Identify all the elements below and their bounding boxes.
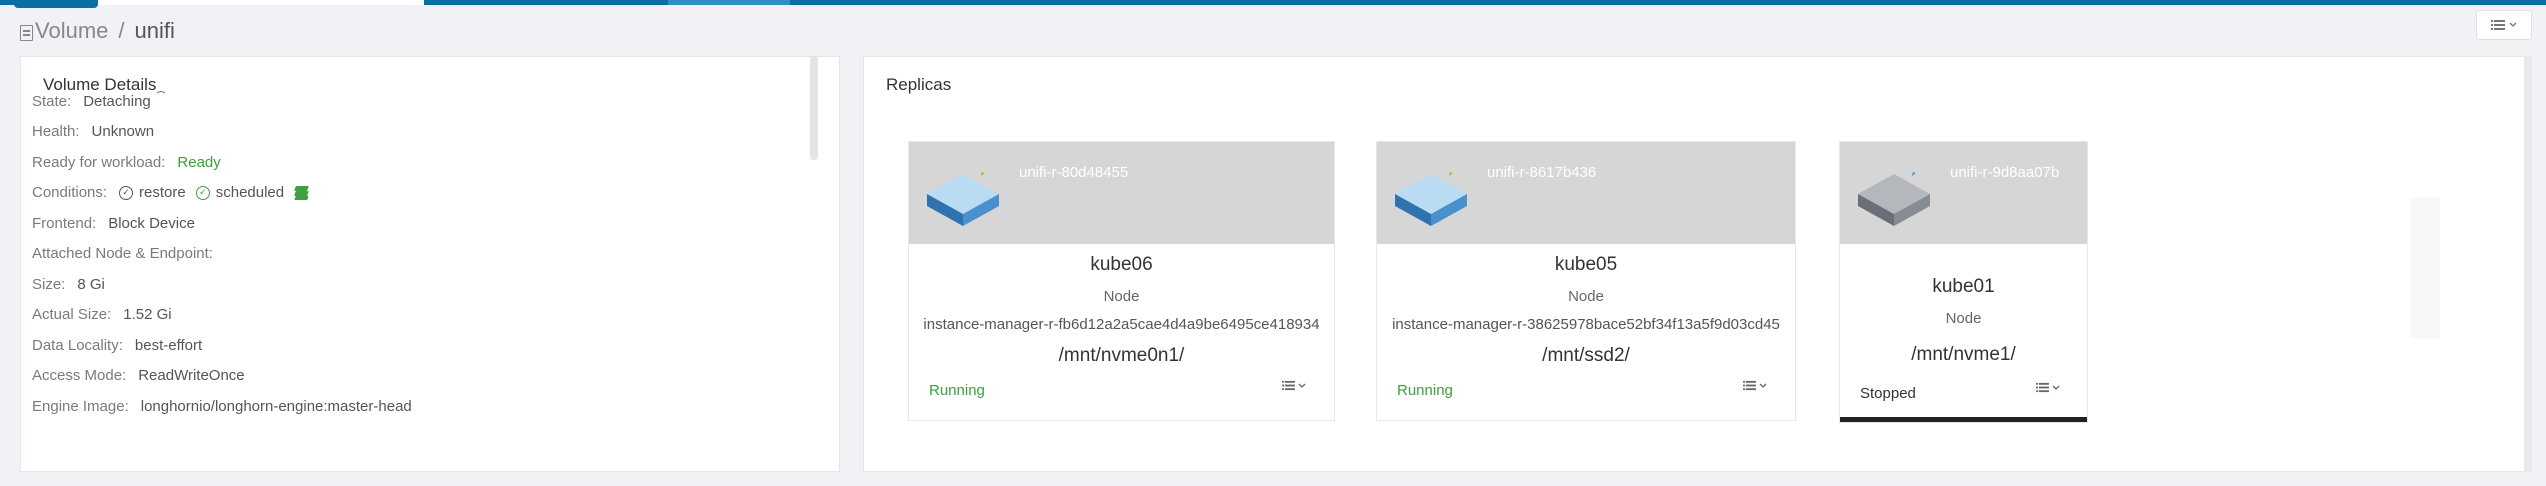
health-value: Unknown (91, 123, 155, 141)
conditions-label: Conditions: (32, 184, 108, 202)
replica-actions-menu[interactable] (1743, 380, 1767, 391)
attached-label: Attached Node & Endpoint: (32, 245, 213, 263)
replica-status: Running (1397, 382, 1453, 399)
list-menu-icon (2491, 20, 2505, 30)
size-value: 8 Gi (77, 275, 105, 293)
engine-image-label: Engine Image: (32, 397, 129, 415)
nav-tab[interactable] (98, 0, 424, 5)
replica-name[interactable]: unifi-r-8617b436 (1487, 164, 1596, 181)
replica-actions-menu[interactable] (2036, 382, 2060, 393)
frontend-label: Frontend: (32, 214, 97, 232)
volume-details-list: State: Detaching Health: Unknown Ready f… (32, 86, 412, 422)
top-nav-bar (0, 0, 2546, 8)
engine-image-value: longhornio/longhorn-engine:master-head (140, 397, 412, 415)
disk-icon (1395, 172, 1467, 226)
actual-size-label: Actual Size: (32, 306, 112, 324)
data-locality-value: best-effort (134, 336, 203, 354)
chevron-down-icon (2509, 22, 2517, 27)
detail-health: Health: Unknown (32, 117, 412, 148)
breadcrumb: Volume / unifi (20, 16, 175, 46)
replica-node-label: Node (1103, 288, 1140, 305)
replica-disk-path: /mnt/ssd2/ (1542, 345, 1630, 366)
page-scrollbar[interactable] (2524, 56, 2532, 472)
condition-restore: ✓ restore (119, 184, 186, 201)
ready-value: Ready (177, 153, 221, 171)
details-scrollbar[interactable] (810, 56, 818, 160)
data-locality-label: Data Locality: (32, 336, 123, 354)
replica-card[interactable]: unifi-r-80d48455 kube06 Node instance-ma… (908, 141, 1335, 421)
document-icon (20, 25, 33, 41)
detail-conditions: Conditions: ✓ restore ✓ scheduled (32, 178, 412, 209)
breadcrumb-separator: / (118, 18, 125, 43)
chevron-down-icon (2052, 385, 2060, 390)
list-menu-icon (2036, 382, 2049, 393)
size-label: Size: (32, 275, 66, 293)
replica-stopped-bar (1840, 417, 2087, 422)
nav-tab-highlight[interactable] (668, 0, 790, 5)
detail-size: Size: 8 Gi (32, 269, 412, 300)
condition-scheduled-text: scheduled (215, 184, 285, 202)
replicas-title: Replicas (886, 75, 952, 94)
access-mode-value: ReadWriteOnce (138, 367, 245, 385)
replica-node-name: kube05 (1554, 254, 1618, 275)
replica-name[interactable]: unifi-r-80d48455 (1019, 164, 1128, 181)
frontend-value: Block Device (108, 214, 195, 232)
detail-ready: Ready for workload: Ready (32, 147, 412, 178)
replica-node-label: Node (1945, 310, 1982, 327)
condition-scheduled: ✓ scheduled (195, 184, 285, 202)
breadcrumb-current: unifi (134, 18, 175, 43)
replica-status: Stopped (1860, 385, 1916, 402)
actual-size-value: 1.52 Gi (123, 306, 172, 324)
replica-disk-path: /mnt/nvme0n1/ (1058, 345, 1185, 366)
chevron-down-icon (1298, 383, 1306, 388)
disk-icon (927, 172, 999, 226)
condition-restore-text: restore (139, 184, 186, 202)
replica-node-label: Node (1568, 288, 1604, 305)
detail-actual-size: Actual Size: 1.52 Gi (32, 300, 412, 331)
replica-card[interactable]: unifi-r-8617b436 kube05 Node instance-ma… (1376, 141, 1796, 421)
list-menu-icon (1743, 380, 1756, 391)
state-value: Detaching (83, 92, 151, 110)
detail-frontend: Frontend: Block Device (32, 208, 412, 239)
health-label: Health: (32, 123, 80, 141)
replica-name[interactable]: unifi-r-9d8aa07b (1950, 164, 2059, 181)
replica-instance-manager: instance-manager-r-38625978bace52bf34f13… (1392, 316, 1780, 333)
detail-state: State: Detaching (32, 86, 412, 117)
state-label: State: (32, 92, 72, 110)
overflow-fade (2410, 198, 2440, 338)
nav-tab-active[interactable] (14, 0, 98, 8)
list-menu-icon (1282, 380, 1295, 391)
ready-label: Ready for workload: (32, 153, 166, 171)
spinner-icon (154, 91, 167, 103)
replica-instance-manager: instance-manager-r-fb6d12a2a5cae4d4a9be6… (923, 316, 1320, 333)
replica-status: Running (929, 382, 985, 399)
check-circle-icon: ✓ (119, 185, 134, 200)
replica-card[interactable]: unifi-r-9d8aa07b kube01 Node /mnt/nvme1/… (1839, 141, 2088, 423)
chevron-down-icon (1759, 383, 1767, 388)
disk-icon (1858, 172, 1930, 226)
layers-icon[interactable] (294, 185, 310, 200)
detail-engine-image: Engine Image: longhornio/longhorn-engine… (32, 391, 412, 422)
breadcrumb-volume-link[interactable]: Volume (35, 18, 108, 44)
replica-node-name: kube01 (1932, 276, 1995, 297)
access-mode-label: Access Mode: (32, 367, 127, 385)
replica-actions-menu[interactable] (1282, 380, 1306, 391)
page-actions-menu-button[interactable] (2476, 10, 2532, 40)
check-circle-icon: ✓ (195, 185, 210, 200)
detail-access-mode: Access Mode: ReadWriteOnce (32, 361, 412, 392)
replica-disk-path: /mnt/nvme1/ (1911, 344, 2016, 365)
replica-node-name: kube06 (1090, 254, 1153, 275)
detail-data-locality: Data Locality: best-effort (32, 330, 412, 361)
detail-attached: Attached Node & Endpoint: (32, 239, 412, 270)
